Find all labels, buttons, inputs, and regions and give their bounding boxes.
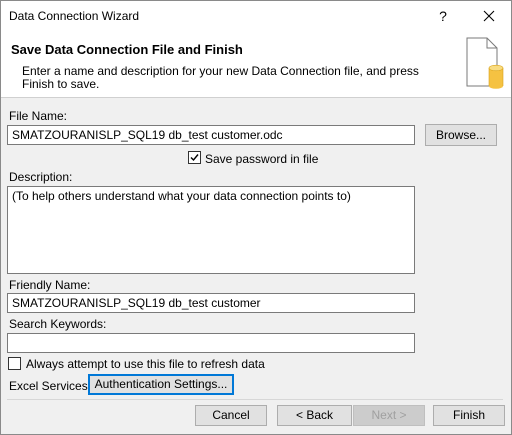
friendly-name-input[interactable]: SMATZOURANISLP_SQL19 db_test customer <box>7 293 415 313</box>
file-name-input[interactable]: SMATZOURANISLP_SQL19 db_test customer.od… <box>7 125 415 145</box>
save-password-checkbox[interactable] <box>188 151 201 164</box>
title-bar: Data Connection Wizard ? <box>1 1 511 32</box>
next-button[interactable]: Next > <box>353 405 425 426</box>
checkmark-icon <box>190 154 199 162</box>
excel-services-label: Excel Services: <box>9 379 92 393</box>
save-password-label: Save password in file <box>205 152 319 166</box>
always-refresh-checkbox[interactable] <box>8 357 21 370</box>
always-refresh-label: Always attempt to use this file to refre… <box>26 357 265 371</box>
data-file-icon <box>466 37 504 89</box>
close-icon <box>483 10 495 22</box>
finish-button[interactable]: Finish <box>433 405 505 426</box>
window-title: Data Connection Wizard <box>9 9 140 23</box>
search-keywords-input[interactable] <box>7 333 415 353</box>
description-label: Description: <box>9 170 73 184</box>
header-description: Enter a name and description for your ne… <box>22 64 419 91</box>
cancel-button[interactable]: Cancel <box>195 405 267 426</box>
back-button[interactable]: < Back <box>277 405 352 426</box>
browse-button[interactable]: Browse... <box>425 124 497 146</box>
wizard-header: Save Data Connection File and Finish Ent… <box>1 32 511 98</box>
help-button[interactable]: ? <box>425 1 461 32</box>
file-name-label: File Name: <box>9 109 68 123</box>
authentication-settings-button[interactable]: Authentication Settings... <box>88 374 234 395</box>
data-connection-wizard-dialog: Data Connection Wizard ? Save Data Conne… <box>0 0 512 435</box>
search-keywords-label: Search Keywords: <box>9 317 107 331</box>
footer-divider <box>7 399 503 400</box>
description-textarea[interactable]: (To help others understand what your dat… <box>7 186 415 274</box>
friendly-name-label: Friendly Name: <box>9 278 91 292</box>
close-button[interactable] <box>467 1 511 32</box>
header-title: Save Data Connection File and Finish <box>11 42 243 57</box>
